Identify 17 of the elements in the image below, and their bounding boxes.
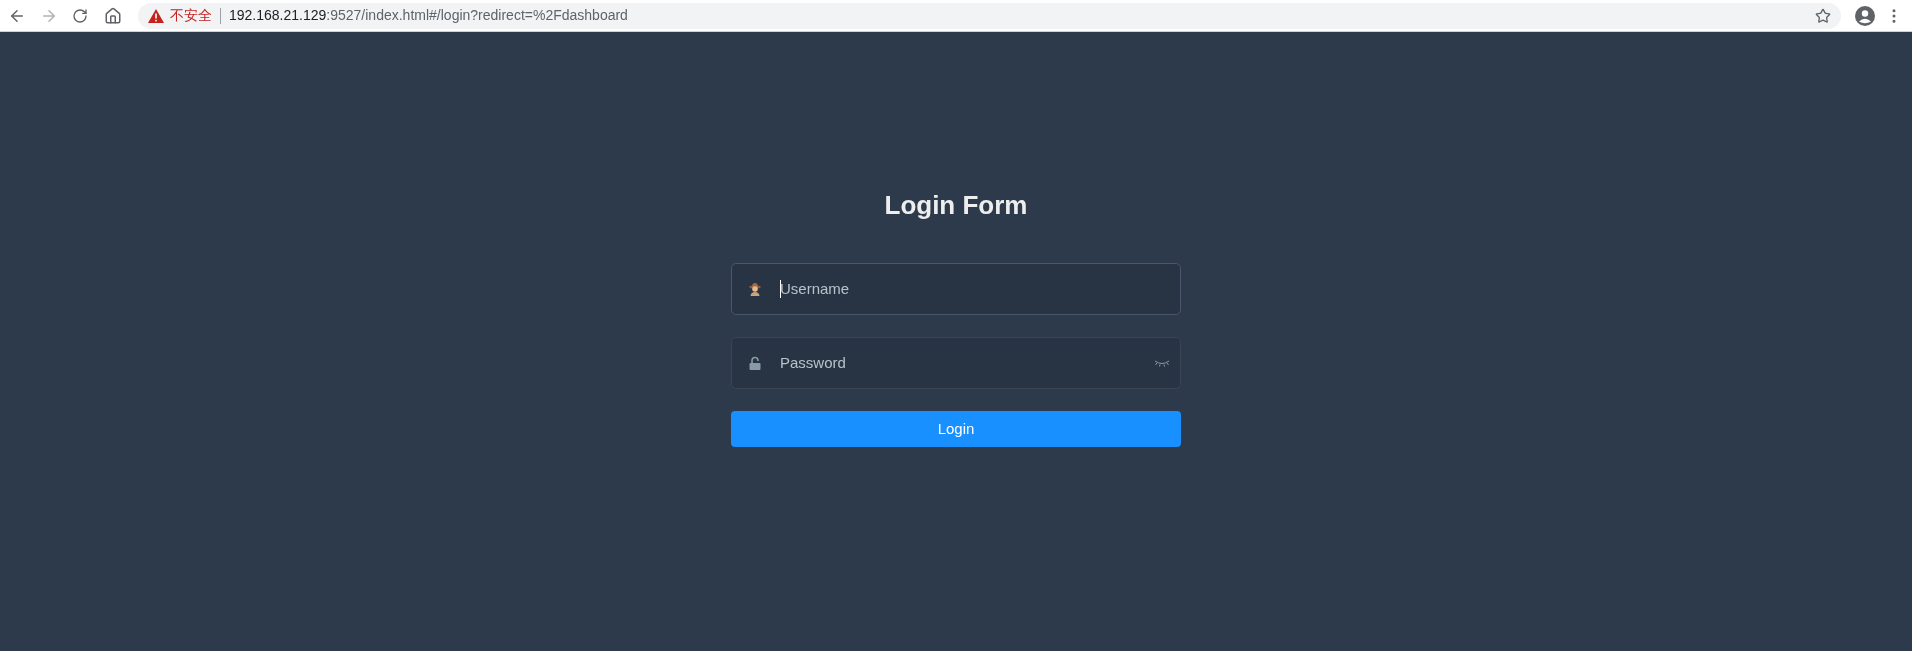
bookmark-star-icon[interactable] [1815,7,1831,24]
url-text: 192.168.21.129:9527/index.html#/login?redirect=%2Fdashboard [229,6,628,25]
username-input[interactable]: Username [780,277,1170,301]
profile-icon[interactable] [1855,5,1875,26]
reload-icon[interactable] [72,7,88,24]
person-icon [748,282,762,296]
security-label[interactable]: 不安全 [170,5,212,26]
password-input[interactable]: Password [780,351,1154,375]
home-icon[interactable] [104,6,122,25]
lock-icon [748,356,762,370]
address-bar[interactable]: 不安全 192.168.21.129:9527/index.html#/login?redirect=%2Fdashboard [138,2,1841,29]
login-button[interactable]: Login [731,411,1181,447]
eye-closed-icon[interactable] [1154,359,1170,367]
username-field[interactable]: Username [731,263,1181,315]
warning-icon [148,8,164,23]
form-title: Login Form [883,190,1029,220]
password-field[interactable]: Password [731,337,1181,389]
